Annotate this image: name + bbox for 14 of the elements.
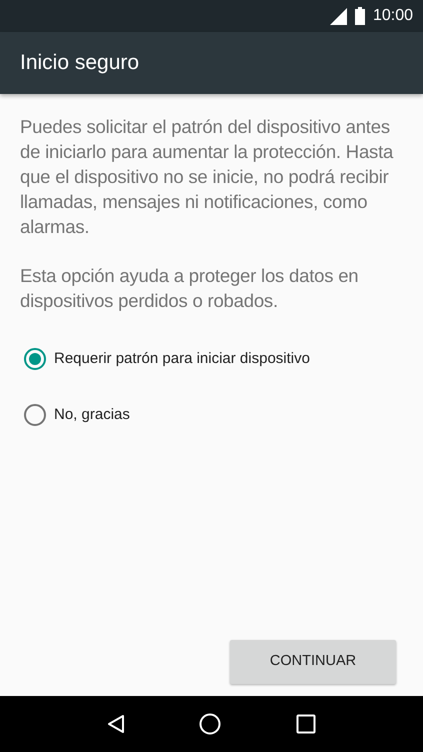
battery-icon [354, 7, 365, 25]
option-label[interactable]: Requerir patrón para iniciar dispositivo [54, 348, 310, 370]
description-text: Puedes solicitar el patrón del dispositivo antes de iniciarlo para aumentar la protección. Hasta que el dispositivo no se inicie, no podrá recibir llamadas, mensajes ni notificaciones, como alarmas. [20, 115, 394, 239]
home-icon[interactable] [199, 713, 222, 735]
screen-title: Inicio seguro [20, 50, 140, 76]
clock-time: 10:00 [372, 6, 413, 26]
continue-button[interactable]: CONTINUAR [230, 640, 396, 684]
signal-icon [330, 8, 347, 24]
radio-button[interactable] [24, 404, 46, 426]
recent-apps-icon[interactable] [296, 714, 316, 734]
radio-button[interactable] [24, 348, 46, 370]
back-icon[interactable] [107, 714, 126, 734]
option-label[interactable]: No, gracias [54, 404, 130, 426]
description-text: Esta opción ayuda a proteger los datos en dispositivos perdidos o robados. [20, 264, 360, 313]
